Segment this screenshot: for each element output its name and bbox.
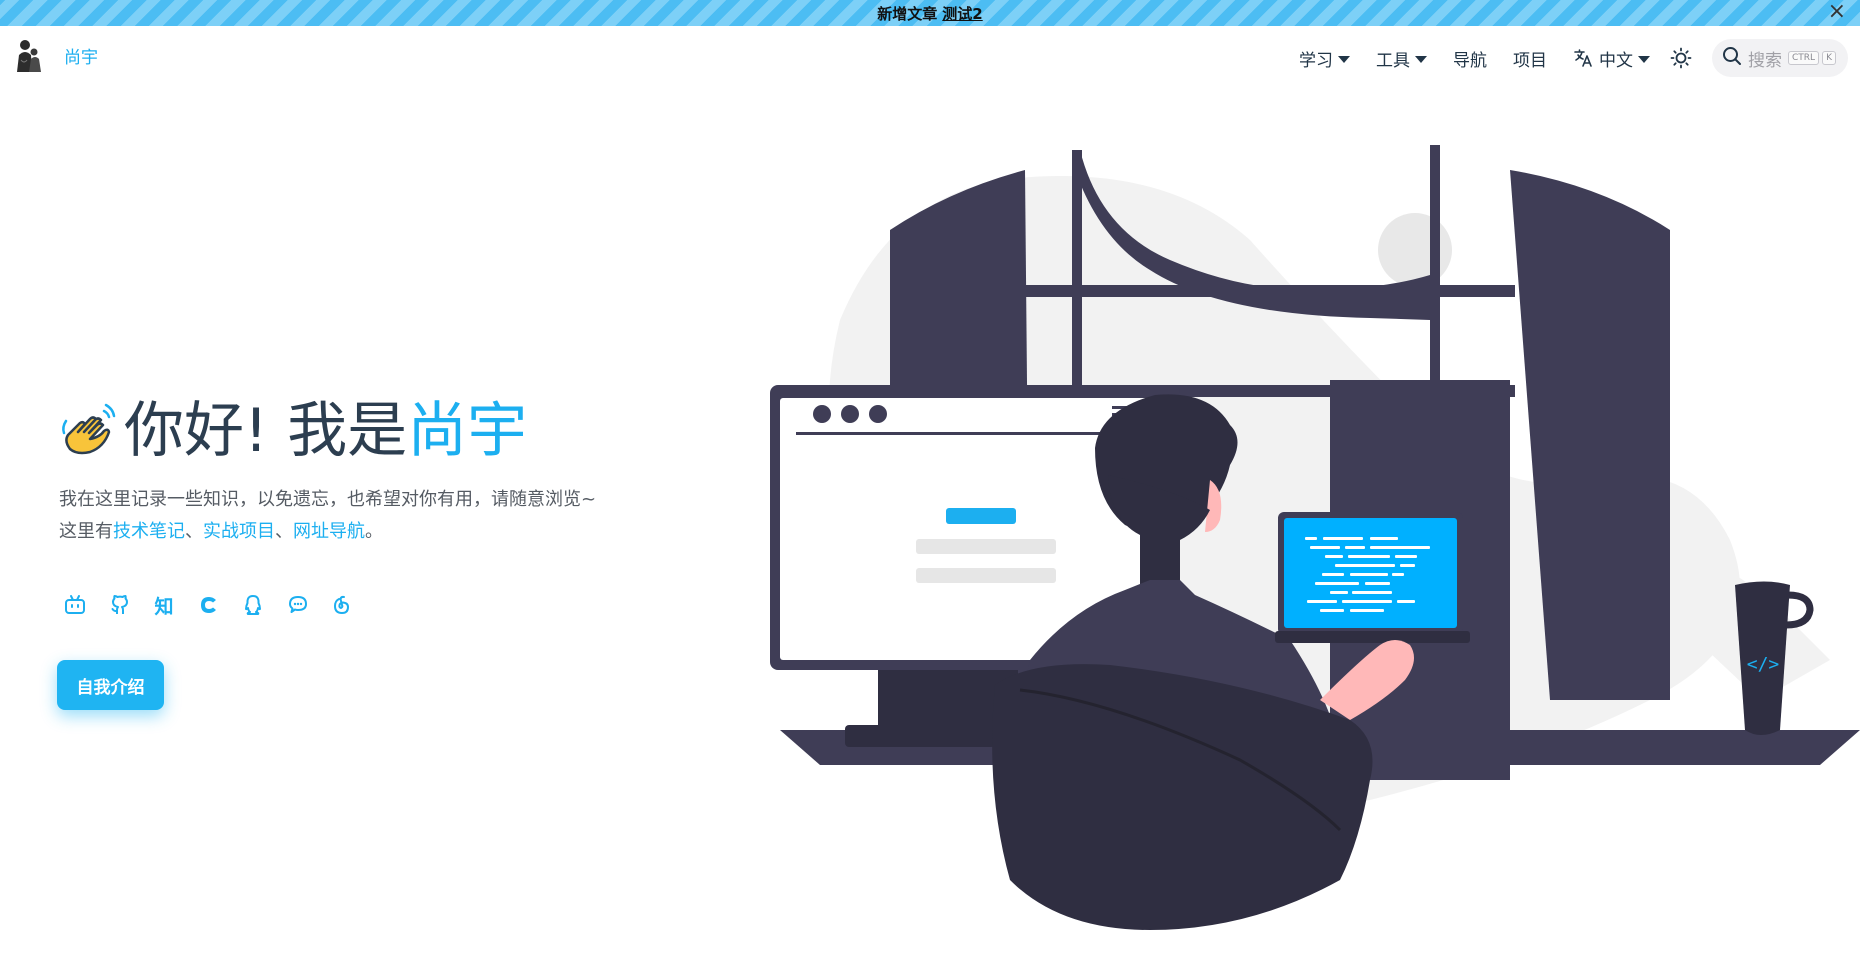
language-label: 中文 — [1599, 50, 1633, 71]
kbd-ctrl: CTRL — [1788, 51, 1820, 65]
browser-dot — [813, 405, 831, 423]
code-icon: </> — [1747, 654, 1780, 675]
nav-item-learn[interactable]: 学习 — [1299, 46, 1350, 71]
brand-name: 尚宇 — [64, 47, 98, 68]
nav-item-label: 导航 — [1453, 50, 1487, 71]
separator: 、 — [275, 521, 293, 542]
hero-title: 你好! 我是 尚宇 — [60, 382, 527, 469]
announcement-link[interactable]: 测试2 — [942, 3, 982, 24]
desc-prefix: 这里有 — [59, 521, 113, 542]
link-web-nav[interactable]: 网址导航 — [293, 521, 365, 542]
link-tech-notes[interactable]: 技术笔记 — [113, 521, 185, 542]
nav-item-tools[interactable]: 工具 — [1376, 46, 1427, 71]
qq-icon[interactable] — [240, 592, 266, 618]
window-bar-top — [1025, 285, 1515, 297]
separator: 、 — [185, 521, 203, 542]
search-icon — [1722, 46, 1742, 70]
announcement-text: 新增文章 — [877, 4, 938, 23]
screen-placeholder — [916, 568, 1056, 583]
desc-line-1: 我在这里记录一些知识，以免遗忘，也希望对你有用，请随意浏览~ — [59, 489, 597, 510]
close-icon[interactable]: × — [1828, 1, 1846, 23]
sun-icon[interactable] — [1670, 47, 1692, 69]
nav-item-navigation[interactable]: 导航 — [1453, 46, 1487, 71]
search-placeholder: 搜索 — [1748, 50, 1782, 71]
nav-menu: 学习 工具 导航 项目 中文 搜索 CTRL K — [1273, 36, 1848, 80]
background-circle — [1378, 213, 1452, 287]
period: 。 — [365, 521, 383, 542]
title-prefix: 你好! 我是 — [124, 396, 408, 466]
language-switcher[interactable]: 中文 — [1573, 46, 1650, 71]
avatar — [12, 38, 44, 72]
zhihu-icon[interactable]: 知 — [151, 592, 177, 618]
link-projects[interactable]: 实战项目 — [203, 521, 275, 542]
desc-line-2: 这里有技术笔记、实战项目、网址导航。 — [59, 516, 596, 548]
nav-item-label: 工具 — [1376, 50, 1410, 71]
brand-link[interactable]: 尚宇 — [12, 38, 98, 72]
browser-dot — [869, 405, 887, 423]
hero-description: 我在这里记录一些知识，以免遗忘，也希望对你有用，请随意浏览~ 这里有技术笔记、实… — [59, 484, 596, 548]
about-me-button[interactable]: 自我介绍 — [57, 660, 164, 710]
announcement-bar: 新增文章 测试2 × — [0, 0, 1860, 26]
hero-illustration: </> — [770, 145, 1860, 930]
search-button[interactable]: 搜索 CTRL K — [1712, 39, 1848, 77]
social-links: 知 — [62, 592, 374, 618]
wechat-icon[interactable] — [285, 592, 311, 618]
waving-hand-icon — [60, 397, 118, 455]
browser-dot — [841, 405, 859, 423]
nav-item-label: 项目 — [1513, 50, 1547, 71]
caret-down-icon — [1415, 55, 1427, 63]
caret-down-icon — [1338, 55, 1350, 63]
nav-item-label: 学习 — [1299, 50, 1333, 71]
bilibili-icon[interactable] — [62, 592, 88, 618]
screen-placeholder — [916, 539, 1056, 554]
laptop-keyboard — [1275, 631, 1470, 643]
title-name: 尚宇 — [407, 396, 528, 466]
navbar: 尚宇 学习 工具 导航 项目 中文 搜索 CTRL K — [0, 26, 1860, 90]
nav-item-projects[interactable]: 项目 — [1513, 46, 1547, 71]
github-icon[interactable] — [107, 592, 133, 618]
translate-icon — [1573, 48, 1593, 68]
csdn-icon[interactable] — [196, 592, 222, 618]
netease-music-icon[interactable] — [329, 592, 355, 618]
caret-down-icon — [1638, 55, 1650, 63]
kbd-k: K — [1822, 51, 1836, 65]
screen-button — [946, 508, 1016, 524]
